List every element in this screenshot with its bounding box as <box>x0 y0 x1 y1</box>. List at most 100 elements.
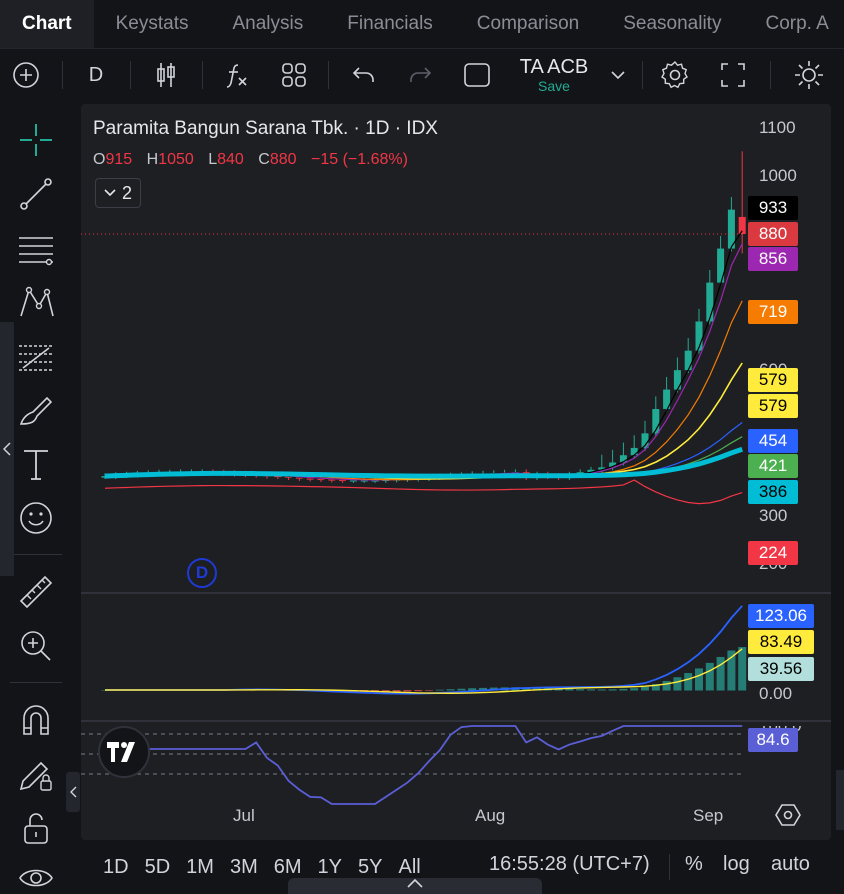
square-icon <box>464 63 490 87</box>
tab-keystats[interactable]: Keystats <box>94 0 211 48</box>
macd-histogram-bar <box>576 689 585 691</box>
candle-body <box>673 370 681 390</box>
tradingview-logo[interactable] <box>98 726 150 778</box>
range-5d[interactable]: 5D <box>145 856 171 879</box>
chevron-down-icon <box>611 71 625 80</box>
magnet-tool[interactable] <box>0 694 72 746</box>
chart-type-button[interactable] <box>148 49 184 101</box>
tab-bar: Chart Keystats Analysis Financials Compa… <box>0 0 844 48</box>
settings-button[interactable] <box>656 49 694 101</box>
macd-line <box>105 605 743 695</box>
pane-separator-rsi[interactable] <box>81 720 831 722</box>
zoom-tool[interactable] <box>0 620 72 672</box>
close-label: C <box>258 151 270 168</box>
macd-histogram-bar <box>705 662 714 691</box>
percent-scale-button[interactable]: % <box>685 853 703 876</box>
pane-separator-macd[interactable] <box>81 592 831 594</box>
range-all[interactable]: All <box>398 856 420 879</box>
macd-tag-macd: 123.06 <box>748 604 814 628</box>
range-1m[interactable]: 1M <box>186 856 214 879</box>
right-scroll-edge <box>836 770 844 830</box>
toolbar-collapse-button[interactable] <box>66 772 80 812</box>
tab-seasonality[interactable]: Seasonality <box>601 0 743 48</box>
add-symbol-button[interactable] <box>6 49 46 101</box>
hide-drawings-tool[interactable] <box>0 852 72 894</box>
interval-button[interactable]: D <box>78 49 114 101</box>
tab-comparison[interactable]: Comparison <box>455 0 601 48</box>
zoom-in-icon <box>21 631 51 661</box>
pencil-lock-icon <box>19 761 52 791</box>
chevron-left-icon <box>69 786 76 798</box>
ma-blue-line <box>104 421 743 478</box>
macd-histogram-bar <box>641 686 649 691</box>
chevron-down-icon <box>104 189 116 197</box>
fullscreen-icon <box>721 63 745 87</box>
range-5y[interactable]: 5Y <box>358 856 382 879</box>
unlock-icon <box>24 813 48 844</box>
trend-line-icon <box>20 178 52 210</box>
smiley-icon <box>20 502 52 534</box>
crosshair-tool[interactable] <box>0 114 72 166</box>
layout-button[interactable] <box>458 49 496 101</box>
macd-histogram-bar <box>684 673 693 691</box>
price-tag-ma-black: 933 <box>748 196 798 220</box>
time-tick-aug: Aug <box>475 806 506 825</box>
fullscreen-button[interactable] <box>714 49 752 101</box>
indicators-toggle[interactable]: 2 <box>95 178 141 208</box>
macd-histogram-bar <box>403 690 412 692</box>
symbol-legend-title: Paramita Bangun Sarana Tbk. · 1D · IDX <box>93 118 438 139</box>
macd-histogram-bar <box>619 688 628 691</box>
tab-financials[interactable]: Financials <box>325 0 455 48</box>
indicators-count: 2 <box>121 182 132 203</box>
theme-toggle-button[interactable] <box>790 49 828 101</box>
time-axis[interactable]: Jul Aug Sep <box>81 800 831 832</box>
left-panel-toggle[interactable] <box>0 322 14 576</box>
candle-body <box>630 447 638 456</box>
macd-histogram-bar <box>435 689 444 691</box>
open-label: O <box>93 151 106 168</box>
tab-analysis[interactable]: Analysis <box>211 0 326 48</box>
range-6m[interactable]: 6M <box>274 856 302 879</box>
redo-button[interactable] <box>402 49 438 101</box>
auto-scale-button[interactable]: auto <box>771 853 810 876</box>
lock-drawings-tool[interactable] <box>0 802 72 854</box>
chevron-up-icon <box>407 878 423 888</box>
range-1d[interactable]: 1D <box>103 856 129 879</box>
range-1y[interactable]: 1Y <box>318 856 342 879</box>
macd-histogram-bar <box>673 677 682 691</box>
undo-button[interactable] <box>346 49 382 101</box>
stay-in-drawing-mode-tool[interactable] <box>0 748 72 800</box>
function-icon <box>226 64 247 88</box>
indicators-button[interactable] <box>218 49 254 101</box>
tab-corp-actions[interactable]: Corp. A <box>743 0 844 48</box>
macd-histogram-bar <box>716 656 725 691</box>
dividend-marker[interactable]: D <box>187 558 217 588</box>
ma-orange-line <box>104 300 743 481</box>
macd-histogram-bar <box>587 689 595 691</box>
trend-line-tool[interactable] <box>0 168 72 220</box>
candle-body <box>706 282 714 322</box>
macd-zero-label: 0.00 <box>759 684 793 703</box>
clock-timezone[interactable]: 16:55:28 (UTC+7) <box>489 853 650 876</box>
undo-icon <box>352 67 374 82</box>
log-scale-button[interactable]: log <box>723 853 750 876</box>
time-tick-sep: Sep <box>693 806 724 825</box>
horizontal-lines-tool[interactable] <box>0 222 72 274</box>
price-axis[interactable]: 1100 1000 600 300 200 933 880 856 719 57… <box>745 104 831 840</box>
macd-histogram-bar <box>425 690 433 691</box>
pattern-tool[interactable] <box>0 276 72 328</box>
price-tag-last: 880 <box>748 222 798 246</box>
symbol-save-button[interactable]: TA ACB Save <box>512 49 596 101</box>
tab-chart[interactable]: Chart <box>0 0 94 48</box>
bottom-panel-handle[interactable] <box>288 878 542 894</box>
range-3m[interactable]: 3M <box>230 856 258 879</box>
macd-histogram-bar <box>662 680 671 691</box>
horizontal-lines-icon <box>19 237 53 266</box>
macd-histogram-bar <box>446 689 455 691</box>
chart-canvas[interactable] <box>81 104 831 840</box>
templates-button[interactable] <box>276 49 312 101</box>
ohlc-legend: O915 H1050 L840 C880 −15 (−1.68%) <box>93 151 418 169</box>
layout-menu-button[interactable] <box>604 49 632 101</box>
price-tag-ma-green: 421 <box>748 454 798 478</box>
chart-area[interactable]: Paramita Bangun Sarana Tbk. · 1D · IDX O… <box>81 104 831 840</box>
